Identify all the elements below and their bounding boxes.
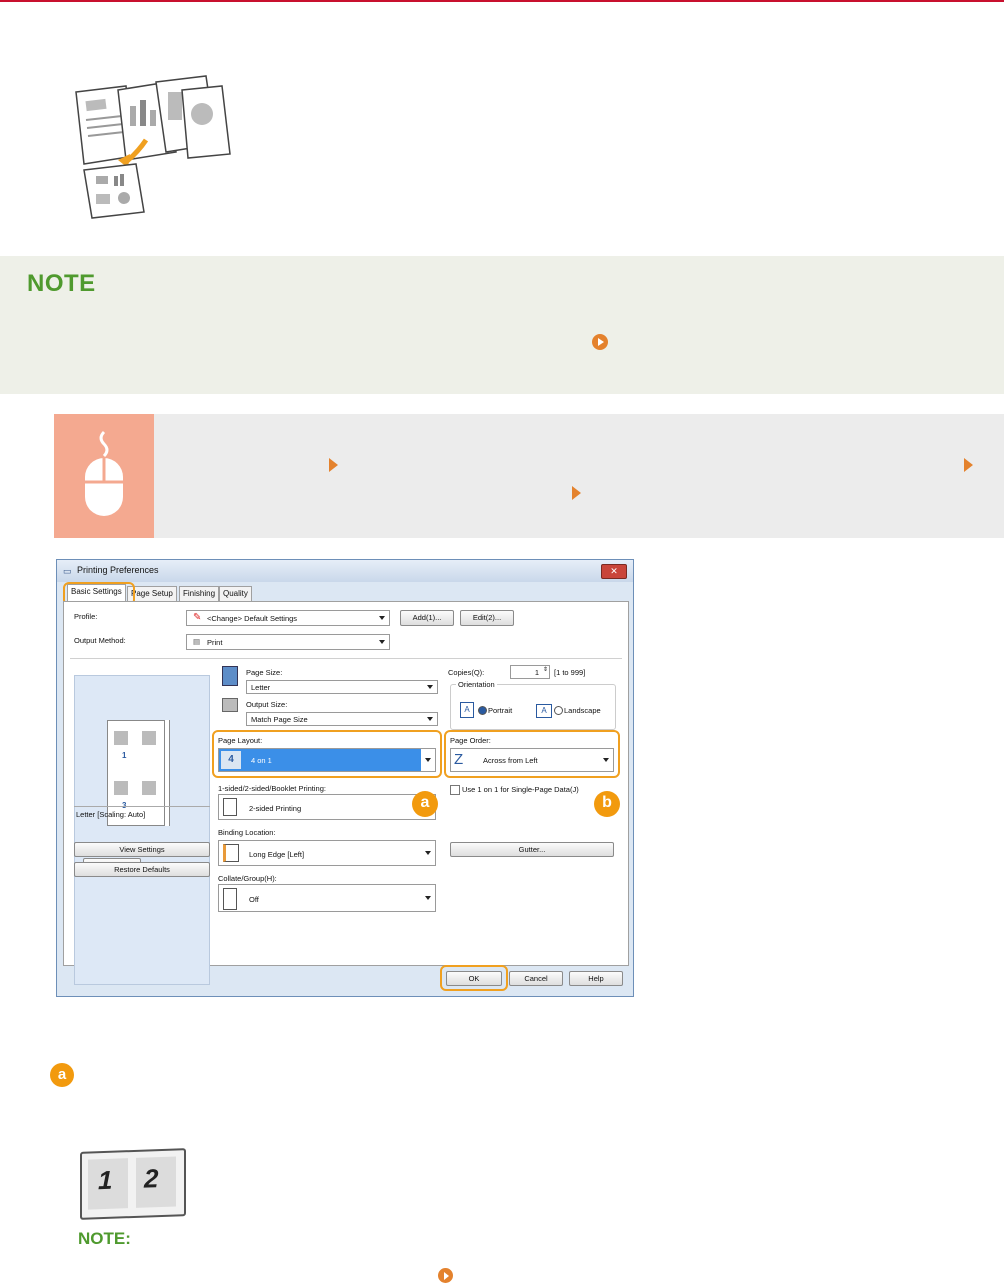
portrait-label: Portrait (488, 706, 513, 715)
tab-finishing[interactable]: Finishing (179, 586, 220, 602)
page-order-label: Page Order: (450, 736, 491, 745)
output-method-select[interactable]: ▤ Print (186, 634, 390, 650)
pencil-icon: ✎ (193, 612, 202, 623)
page-size-label: Page Size: (246, 668, 283, 677)
preview-thumb (114, 781, 128, 795)
duplex-icon (223, 798, 237, 816)
binding-label: Binding Location: (218, 828, 276, 837)
ok-button[interactable]: OK (446, 971, 502, 986)
copies-input[interactable]: 1 ⇕ (510, 665, 550, 679)
step-arrow-icon (329, 458, 338, 472)
collate-label: Collate/Group(H): (218, 874, 277, 883)
copies-label: Copies(Q): (448, 668, 485, 677)
edit-profile-button[interactable]: Edit(2)... (460, 610, 514, 626)
page-layout-icon: 4 (221, 751, 241, 769)
dialog-title: Printing Preferences (77, 565, 159, 575)
preview-status: Letter [Scaling: Auto] (76, 810, 146, 819)
use-1on1-checkbox[interactable] (450, 785, 460, 795)
collate-select[interactable]: Off (218, 884, 436, 912)
orientation-label: Orientation (456, 680, 497, 689)
preview-area: 1 3 ▯/▱ (74, 675, 210, 985)
tab-quality[interactable]: Quality (219, 586, 252, 602)
link-arrow-icon[interactable] (592, 334, 608, 350)
printer-icon: ▭ (63, 566, 72, 576)
page-number-1: 1 (98, 1164, 113, 1196)
portrait-icon: A (460, 702, 474, 718)
help-button[interactable]: Help (569, 971, 623, 986)
printer-icon: ▤ (193, 637, 201, 646)
preview-page-1: 1 (122, 751, 127, 760)
note-box (0, 256, 1004, 394)
preview-thumb (142, 781, 156, 795)
binding-icon (223, 844, 239, 862)
output-method-label: Output Method: (74, 636, 126, 645)
preview-thumb (114, 731, 128, 745)
sided-select[interactable]: 2-sided Printing (218, 794, 436, 820)
link-arrow-icon[interactable] (438, 1268, 453, 1283)
page-order-select[interactable]: Z Across from Left (450, 748, 614, 772)
two-page-illustration: 1 2 (80, 1148, 186, 1220)
page-size-icon (222, 666, 238, 686)
page-layout-label: Page Layout: (218, 736, 263, 745)
basic-settings-panel: Profile: ✎ <Change> Default Settings Add… (63, 601, 629, 985)
output-size-icon (222, 698, 238, 712)
landscape-label: Landscape (564, 706, 601, 715)
portrait-radio[interactable] (478, 706, 487, 715)
page-size-select[interactable]: Letter (246, 680, 438, 694)
cancel-button[interactable]: Cancel (509, 971, 563, 986)
z-order-icon: Z (454, 751, 464, 768)
view-settings-button[interactable]: View Settings (74, 842, 210, 857)
binding-select[interactable]: Long Edge [Left] (218, 840, 436, 866)
divider (74, 806, 210, 807)
profile-select[interactable]: ✎ <Change> Default Settings (186, 610, 390, 626)
page-number-2: 2 (144, 1163, 159, 1194)
mouse-operation-panel (54, 414, 154, 538)
restore-defaults-button[interactable]: Restore Defaults (74, 862, 210, 877)
mouse-icon (85, 430, 123, 516)
page-layout-select[interactable]: 4 4 on 1 (218, 748, 436, 772)
badge-b: b (594, 791, 620, 817)
landscape-radio[interactable] (554, 706, 563, 715)
step-arrow-icon (964, 458, 973, 472)
use-1on1-label: Use 1 on 1 for Single-Page Data(J) (462, 785, 579, 794)
divider (70, 658, 622, 659)
preview-thumb (142, 731, 156, 745)
note-title: NOTE (27, 270, 96, 297)
step-arrow-icon (572, 486, 581, 500)
output-size-select[interactable]: Match Page Size (246, 712, 438, 726)
section-badge-a: a (50, 1063, 74, 1087)
profile-label: Profile: (74, 612, 98, 621)
add-profile-button[interactable]: Add(1)... (400, 610, 454, 626)
note-title-small: NOTE: (78, 1229, 131, 1248)
sided-label: 1-sided/2-sided/Booklet Printing: (218, 784, 326, 793)
printing-preferences-dialog: ▭ Printing Preferences ✕ Basic Settings … (56, 559, 634, 997)
output-size-label: Output Size: (246, 700, 288, 709)
close-button[interactable]: ✕ (601, 564, 627, 579)
operation-box (54, 414, 1004, 538)
spin-icon[interactable]: ⇕ (543, 666, 548, 673)
landscape-icon: A (536, 704, 552, 718)
top-rule (0, 0, 1004, 2)
multiple-pages-illustration (75, 75, 231, 219)
collate-icon (223, 888, 237, 910)
gutter-button[interactable]: Gutter... (450, 842, 614, 857)
badge-a: a (412, 791, 438, 817)
copies-range: [1 to 999] (554, 668, 586, 677)
